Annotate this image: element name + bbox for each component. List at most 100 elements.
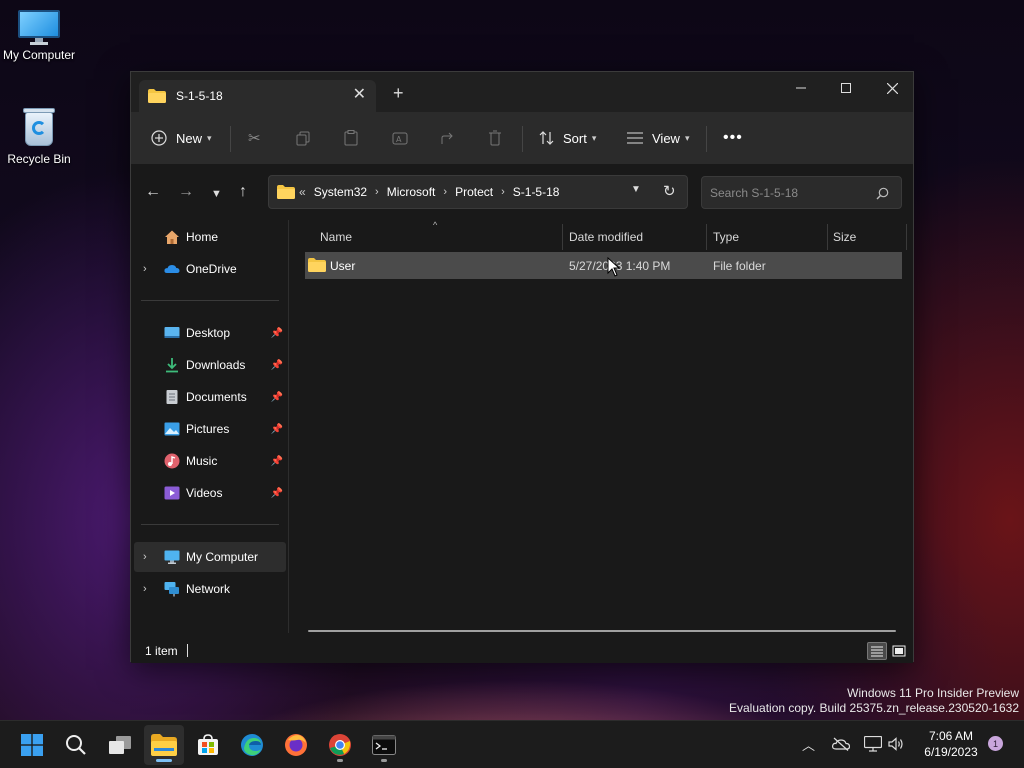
column-header-name[interactable]: Name xyxy=(320,224,352,250)
cloud-icon xyxy=(164,265,180,273)
store-button[interactable] xyxy=(188,725,228,765)
details-view-button[interactable] xyxy=(867,642,887,660)
desktop-icon-label: My Computer xyxy=(2,48,76,62)
back-arrow-icon[interactable]: ← xyxy=(145,183,161,201)
active-indicator xyxy=(156,759,172,762)
search-button[interactable] xyxy=(56,725,96,765)
new-button[interactable]: New ▾ xyxy=(151,128,212,148)
search-input[interactable]: Search S-1-5-18 xyxy=(701,176,902,209)
column-header-size[interactable]: Size xyxy=(833,224,856,250)
close-button[interactable] xyxy=(869,72,915,104)
column-header-date-modified[interactable]: Date modified xyxy=(569,224,643,250)
row-type: File folder xyxy=(713,259,766,273)
large-icons-view-button[interactable] xyxy=(889,642,909,660)
edge-icon xyxy=(241,734,263,756)
delete-icon[interactable] xyxy=(488,128,502,148)
start-button[interactable] xyxy=(12,725,52,765)
notification-badge[interactable]: 1 xyxy=(988,736,1003,751)
rename-icon[interactable]: A xyxy=(392,128,408,148)
more-icon[interactable]: ••• xyxy=(723,128,743,148)
nav-item-videos[interactable]: Videos 📌 xyxy=(134,478,286,508)
column-divider[interactable] xyxy=(562,224,563,250)
close-tab-icon[interactable]: ✕ xyxy=(353,87,366,103)
divider xyxy=(141,300,279,301)
nav-label: Pictures xyxy=(186,422,230,436)
nav-item-downloads[interactable]: Downloads 📌 xyxy=(134,350,286,380)
address-bar[interactable]: « System32 › Microsoft › Protect › S-1-5… xyxy=(268,175,688,209)
cut-icon[interactable]: ✂ xyxy=(248,128,261,148)
refresh-icon[interactable]: ↻ xyxy=(663,182,676,200)
desktop-icon-label: Recycle Bin xyxy=(7,152,71,166)
sort-button[interactable]: Sort ▾ xyxy=(539,128,596,148)
video-icon xyxy=(164,486,180,500)
breadcrumb-s-1-5-18[interactable]: S-1-5-18 xyxy=(513,185,560,199)
copy-icon[interactable] xyxy=(296,128,311,148)
sort-ascending-icon: ^ xyxy=(433,220,438,230)
nav-item-my-computer[interactable]: › My Computer xyxy=(134,542,286,572)
paste-icon[interactable] xyxy=(344,128,359,148)
nav-item-home[interactable]: Home xyxy=(134,222,286,252)
firefox-button[interactable] xyxy=(276,725,316,765)
chevron-right-icon[interactable]: › xyxy=(143,551,147,563)
tab-s-1-5-18[interactable]: S-1-5-18 ✕ xyxy=(139,80,376,112)
volume-icon[interactable] xyxy=(888,737,904,751)
command-bar: New ▾ ✂ A Sort ▾ View ▾ ••• xyxy=(131,112,913,164)
nav-item-onedrive[interactable]: › OneDrive xyxy=(134,254,286,284)
chevron-right-icon[interactable]: › xyxy=(143,583,147,595)
item-count: 1 item xyxy=(145,644,178,658)
chevron-right-icon[interactable]: › xyxy=(143,263,147,275)
breadcrumb-protect[interactable]: Protect xyxy=(455,185,493,199)
title-bar: S-1-5-18 ✕ + xyxy=(131,72,913,112)
folder-icon xyxy=(148,89,166,103)
breadcrumb-system32[interactable]: System32 xyxy=(314,185,367,199)
nav-item-music[interactable]: Music 📌 xyxy=(134,446,286,476)
nav-item-pictures[interactable]: Pictures 📌 xyxy=(134,414,286,444)
clock[interactable]: 7:06 AM 6/19/2023 xyxy=(916,728,986,760)
recycle-bin-icon xyxy=(22,106,56,148)
chevron-down-icon: ▾ xyxy=(207,132,212,143)
breadcrumb-overflow[interactable]: « xyxy=(299,185,306,199)
nav-label: OneDrive xyxy=(186,262,237,276)
terminal-icon xyxy=(372,735,396,755)
address-dropdown-chevron-icon[interactable]: ▼ xyxy=(631,184,641,195)
divider xyxy=(706,126,707,152)
terminal-button[interactable] xyxy=(364,725,404,765)
pin-icon: 📌 xyxy=(270,423,283,435)
column-divider[interactable] xyxy=(906,224,907,250)
nav-item-documents[interactable]: Documents 📌 xyxy=(134,382,286,412)
task-view-button[interactable] xyxy=(100,725,140,765)
breadcrumb-microsoft[interactable]: Microsoft xyxy=(387,185,436,199)
chevron-up-icon[interactable]: ︿ xyxy=(802,735,815,754)
maximize-button[interactable] xyxy=(823,72,869,104)
desktop-icon-recycle-bin[interactable]: Recycle Bin xyxy=(0,106,79,166)
share-icon[interactable] xyxy=(440,128,456,148)
nav-label: Videos xyxy=(186,486,223,500)
folder-icon xyxy=(277,185,295,199)
task-view-icon xyxy=(109,736,131,754)
table-row[interactable]: User 5/27/2023 1:40 PM File folder xyxy=(305,252,902,279)
plus-icon[interactable]: + xyxy=(393,84,404,102)
nav-label: Desktop xyxy=(186,326,231,340)
chrome-button[interactable] xyxy=(320,725,360,765)
recent-locations-chevron-icon[interactable]: ▼ xyxy=(211,185,222,203)
desktop-icon-my-computer[interactable]: My Computer xyxy=(0,10,79,62)
pin-icon: 📌 xyxy=(270,359,283,371)
forward-arrow-icon[interactable]: → xyxy=(178,183,194,201)
nav-item-desktop[interactable]: Desktop 📌 xyxy=(134,318,286,348)
minimize-button[interactable] xyxy=(778,72,824,104)
nav-item-network[interactable]: › Network xyxy=(134,574,286,604)
status-divider xyxy=(187,644,188,657)
view-button[interactable]: View ▾ xyxy=(627,128,689,148)
computer-icon xyxy=(164,550,180,564)
column-divider[interactable] xyxy=(706,224,707,250)
edge-button[interactable] xyxy=(232,725,272,765)
horizontal-scrollbar[interactable] xyxy=(308,630,896,632)
column-divider[interactable] xyxy=(827,224,828,250)
file-explorer-taskbar-button[interactable] xyxy=(144,725,184,765)
up-arrow-icon[interactable]: ↑ xyxy=(239,183,247,201)
watermark-line: Evaluation copy. Build 25375.zn_release.… xyxy=(729,701,1019,715)
column-header-type[interactable]: Type xyxy=(713,224,739,250)
column-label: Type xyxy=(713,230,740,244)
network-status-icon[interactable] xyxy=(864,736,882,752)
cloud-offline-icon[interactable] xyxy=(832,737,850,751)
